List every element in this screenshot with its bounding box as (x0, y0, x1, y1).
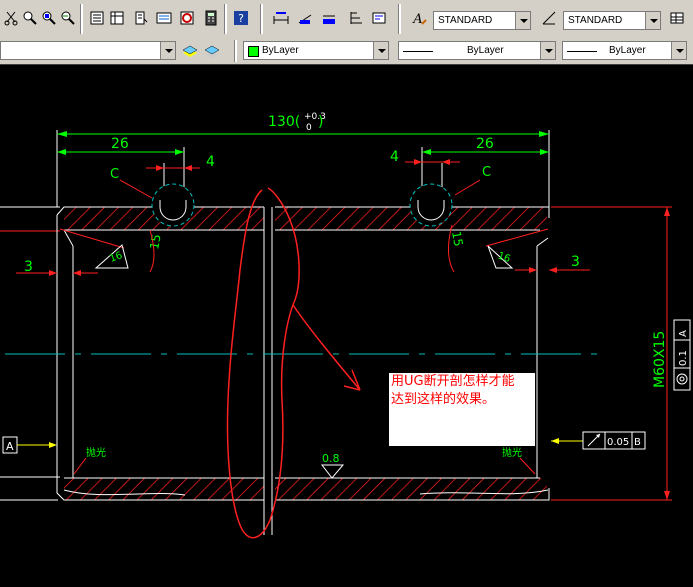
linetype-preview (403, 51, 433, 52)
drawing-canvas[interactable]: 130( +0.3 0 ) 26 26 4 4 C C 15 15 16 16 … (0, 64, 693, 587)
thread-text: M60X15 (652, 331, 668, 388)
tol-lower: 0 (306, 123, 312, 133)
datum-a-text: A (6, 440, 14, 453)
layers-properties-toolbar: ByLayer ByLayer ByLayer (0, 38, 693, 65)
cut-icon[interactable] (2, 9, 20, 27)
fcf-left-datum: B (634, 437, 641, 448)
chevron-down-icon[interactable] (373, 42, 388, 59)
fcf-left-tol: 0.05 (607, 437, 629, 448)
note-line-1: 用UG断开剖怎样才能 (391, 374, 515, 389)
overall-dim-text: 130( (268, 114, 300, 130)
angle-left-text: 15 (147, 233, 163, 250)
left-bottom-wall-hatch (64, 478, 264, 500)
svg-text:): ) (318, 114, 323, 130)
toolbar-separator (398, 4, 401, 34)
table-style-icon[interactable] (668, 9, 686, 27)
left-dim-4-text: 4 (206, 154, 215, 170)
tool-palette-icon[interactable] (132, 9, 150, 27)
text-style-select[interactable]: STANDARD (433, 11, 531, 30)
dim-update-icon[interactable] (320, 9, 338, 27)
design-center-icon[interactable] (108, 9, 126, 27)
lineweight-select[interactable]: ByLayer (562, 41, 687, 60)
cad-drawing: 130( +0.3 0 ) 26 26 4 4 C C 15 15 16 16 … (0, 112, 691, 539)
rough-bottom-text: 0.8 (322, 452, 340, 465)
dim-style-select[interactable]: STANDARD (563, 11, 661, 30)
color-select[interactable]: ByLayer (243, 41, 389, 60)
dim-style-value: STANDARD (568, 15, 623, 26)
right-dim-4-text: 4 (390, 149, 399, 165)
svg-text:?: ? (238, 12, 244, 25)
label-c-right: C (482, 165, 491, 180)
dim-style-manager-icon[interactable] (540, 9, 558, 27)
svg-text:A: A (412, 12, 422, 26)
chevron-down-icon[interactable] (540, 42, 555, 59)
color-swatch (248, 46, 259, 57)
dim-aligned-icon[interactable] (296, 9, 314, 27)
text-style-value: STANDARD (438, 15, 493, 26)
zoom-previous-icon[interactable] (59, 9, 77, 27)
chevron-down-icon[interactable] (671, 42, 686, 59)
linear-dim-icon[interactable] (272, 9, 290, 27)
fcf-right-tol: 0.1 (678, 350, 689, 366)
chevron-down-icon[interactable] (515, 12, 530, 29)
zoom-realtime-icon[interactable] (21, 9, 39, 27)
left-dim-26-text: 26 (111, 136, 129, 152)
toolbar-separator (260, 4, 263, 34)
sheet-set-icon[interactable] (155, 9, 173, 27)
properties-icon[interactable] (88, 9, 106, 27)
note-line-2: 达到这样的效果。 (391, 392, 496, 407)
toolbar-separator (80, 4, 83, 34)
dim-baseline-icon[interactable] (347, 9, 365, 27)
text-style-icon[interactable]: A (410, 9, 428, 27)
help-icon[interactable]: ? (232, 9, 250, 27)
layer-select[interactable] (0, 41, 176, 60)
dim-style-icon[interactable] (370, 9, 388, 27)
rough-right-text: 16 (496, 250, 512, 265)
markup-icon[interactable] (178, 9, 196, 27)
rough-left-text: 16 (108, 250, 124, 265)
layer-properties-icon[interactable] (181, 42, 199, 60)
linetype-value: ByLayer (467, 45, 504, 56)
zoom-window-icon[interactable] (40, 9, 58, 27)
angle-right-text: 15 (449, 230, 465, 247)
polish-right-text: 抛光 (502, 446, 522, 459)
fcf-left: 0.05 B (551, 431, 646, 450)
chevron-down-icon[interactable] (160, 42, 175, 59)
lineweight-preview (567, 51, 597, 52)
question-note: 用UG断开剖怎样才能 达到这样的效果。 (389, 373, 535, 446)
standard-toolbar: ? A STANDARD STANDARD (0, 0, 693, 39)
lineweight-value: ByLayer (609, 45, 646, 56)
layer-states-icon[interactable] (203, 42, 221, 60)
linetype-select[interactable]: ByLayer (398, 41, 556, 60)
calculator-icon[interactable] (202, 9, 220, 27)
polish-left-text: 抛光 (86, 446, 106, 459)
right-bottom-wall-hatch (275, 478, 547, 500)
fcf-right: 0.1 A (673, 319, 691, 391)
right-dim-26-text: 26 (476, 136, 494, 152)
color-value: ByLayer (262, 45, 299, 56)
right-dim-3-text: 3 (571, 254, 580, 270)
toolbar-separator (234, 40, 237, 62)
toolbar-separator (224, 4, 227, 34)
fcf-right-datum: A (678, 330, 689, 337)
overall-dimension: 130( +0.3 0 ) (56, 112, 550, 207)
label-c-left: C (110, 167, 119, 182)
chevron-down-icon[interactable] (645, 12, 660, 29)
